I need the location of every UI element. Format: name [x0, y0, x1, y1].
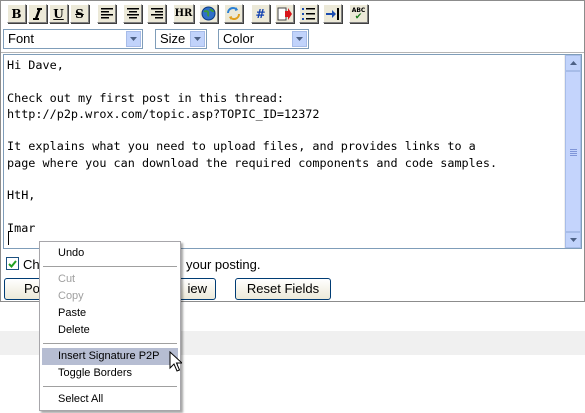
select-row: Font Size Color: [1, 28, 584, 53]
insert-link-icon: [201, 6, 216, 21]
indent-button[interactable]: [323, 4, 342, 23]
strikethrough-button[interactable]: S: [70, 4, 89, 23]
formatting-toolbar: B U S HR # ABC ✔: [1, 1, 584, 29]
horizontal-rule-icon: HR: [174, 8, 193, 19]
italic-button[interactable]: [28, 4, 47, 23]
message-text: Hi Dave, Check out my first post in this…: [7, 58, 498, 235]
scroll-thumb[interactable]: [565, 71, 581, 232]
font-select-value: Font: [8, 31, 35, 46]
chevron-up-icon: [569, 61, 577, 65]
code-button[interactable]: #: [251, 4, 270, 23]
indent-icon: [325, 7, 339, 20]
preview-button-label: iew: [187, 281, 207, 296]
option-checkbox[interactable]: [6, 257, 19, 270]
insert-quote-button[interactable]: [275, 4, 294, 23]
font-select[interactable]: Font: [3, 29, 143, 49]
message-editor[interactable]: Hi Dave, Check out my first post in this…: [3, 54, 582, 249]
menu-separator: [43, 266, 177, 267]
chevron-down-icon: [569, 238, 577, 242]
size-select[interactable]: Size: [155, 29, 207, 49]
text-caret: [8, 231, 9, 245]
bold-icon: B: [11, 6, 22, 21]
underline-button[interactable]: U: [49, 4, 68, 23]
menu-item-insert-signature[interactable]: Insert Signature P2P: [42, 348, 178, 365]
align-left-button[interactable]: [97, 4, 116, 23]
insert-quote-icon: [277, 7, 292, 20]
menu-item-paste[interactable]: Paste: [42, 305, 178, 322]
checkbox-label-start: Ch: [23, 257, 40, 272]
underline-icon: U: [53, 6, 64, 21]
checkbox-label-end: your posting.: [186, 257, 261, 272]
menu-item-undo[interactable]: Undo: [42, 245, 178, 262]
horizontal-rule-button[interactable]: HR: [173, 4, 194, 23]
color-select-value: Color: [223, 31, 255, 46]
align-center-button[interactable]: [123, 4, 142, 23]
bold-button[interactable]: B: [7, 4, 26, 23]
spellcheck-button[interactable]: ABC ✔: [349, 4, 368, 23]
align-right-icon: [150, 8, 163, 19]
reset-fields-button[interactable]: Reset Fields: [235, 278, 331, 300]
chevron-down-icon: [126, 31, 141, 47]
italic-icon: [33, 7, 42, 20]
bulleted-list-icon: [302, 7, 315, 20]
chevron-down-icon: [190, 31, 205, 47]
align-right-button[interactable]: [147, 4, 166, 23]
code-hash-icon: #: [255, 6, 266, 21]
scroll-down-button[interactable]: [565, 232, 581, 248]
menu-item-toggle-borders[interactable]: Toggle Borders: [42, 365, 178, 382]
menu-separator: [43, 343, 177, 344]
size-select-value: Size: [160, 31, 186, 46]
menu-separator: [43, 386, 177, 387]
checkmark-icon: [8, 259, 17, 268]
color-select[interactable]: Color: [218, 29, 309, 49]
menu-item-cut[interactable]: Cut: [42, 271, 178, 288]
post-button-label: Po: [24, 281, 40, 296]
align-center-icon: [126, 8, 139, 19]
insert-link-button[interactable]: [199, 4, 218, 23]
spellcheck-icon: ABC ✔: [351, 6, 366, 22]
menu-item-delete[interactable]: Delete: [42, 322, 178, 339]
vertical-scrollbar[interactable]: [564, 55, 581, 248]
mouse-pointer-icon: [169, 351, 182, 372]
insert-image-icon: [227, 7, 240, 20]
reset-button-label: Reset Fields: [246, 281, 320, 296]
menu-item-copy[interactable]: Copy: [42, 288, 178, 305]
chevron-down-icon: [292, 31, 307, 47]
insert-image-button[interactable]: [224, 4, 243, 23]
context-menu: Undo Cut Copy Paste Delete Insert Signat…: [39, 241, 181, 411]
strikethrough-icon: S: [75, 6, 84, 21]
menu-item-select-all[interactable]: Select All: [42, 391, 178, 408]
scroll-up-button[interactable]: [565, 55, 581, 71]
bulleted-list-button[interactable]: [299, 4, 318, 23]
align-left-icon: [100, 8, 113, 19]
